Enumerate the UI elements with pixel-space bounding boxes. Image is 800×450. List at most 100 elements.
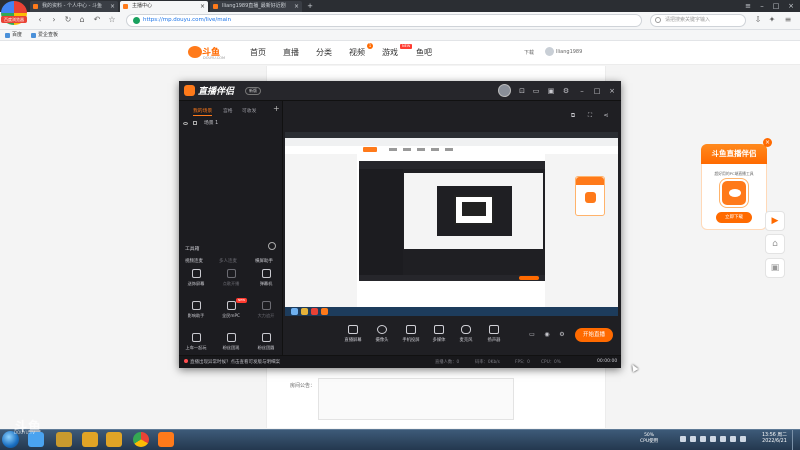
scene-item[interactable]: 场景 1 <box>183 119 279 128</box>
settings-icon[interactable]: ⚙ <box>561 86 571 96</box>
eye-icon[interactable] <box>183 122 188 125</box>
nav-video[interactable]: 视频 <box>349 47 365 58</box>
nav-fishbar[interactable]: 鱼吧 <box>416 47 432 58</box>
record-icon[interactable]: ▭ <box>527 331 537 339</box>
tool-link-landscape[interactable]: 横屏助手 <box>255 258 273 264</box>
message-icon[interactable]: ▭ <box>531 86 541 96</box>
microphone-button[interactable]: 麦克风 <box>452 325 480 343</box>
network-icon[interactable] <box>720 436 726 442</box>
tool-play-together[interactable]: 上车一起玩 <box>181 333 211 355</box>
source-media-button[interactable]: 多媒体 <box>425 325 453 343</box>
cpu-meter[interactable]: 50% CPU使用 <box>640 433 658 445</box>
settings-icon[interactable]: ⚙ <box>557 331 567 339</box>
close-icon[interactable]: × <box>294 1 299 12</box>
close-icon[interactable]: × <box>110 1 115 12</box>
menu-icon[interactable]: ≡ <box>742 0 754 12</box>
promo-download-button[interactable]: 立即下载 <box>716 212 752 223</box>
nav-live[interactable]: 直播 <box>283 47 299 58</box>
live-preview[interactable] <box>285 132 618 316</box>
tab-receive[interactable]: 可收发 <box>242 107 256 114</box>
refresh-icon[interactable]: ↻ <box>62 14 74 26</box>
nav-category[interactable]: 分类 <box>316 47 332 58</box>
nav-game[interactable]: 游戏 <box>382 47 398 58</box>
tool-screen[interactable]: 送饰屏幕 <box>181 269 211 291</box>
layout-icon[interactable]: ▣ <box>546 86 556 96</box>
source-screen-button[interactable]: 直播屏幕 <box>339 325 367 343</box>
status-tip-link[interactable]: 直播出现异常时候？点击查看可发版与明细案 <box>184 359 280 365</box>
star-icon[interactable]: ☆ <box>106 14 118 26</box>
avatar[interactable] <box>545 47 554 56</box>
close-icon[interactable]: × <box>607 86 617 96</box>
input-method-icon[interactable] <box>740 436 746 442</box>
tool-boost[interactable]: 大力追开 <box>251 301 281 323</box>
new-tab-icon[interactable]: + <box>304 0 316 12</box>
tool-link-video-connect[interactable]: 视频连麦 <box>185 258 203 264</box>
undo-icon[interactable]: ↶ <box>91 14 103 26</box>
tray-icon[interactable] <box>690 436 696 442</box>
tool-fan-view[interactable]: 粉丝团观 <box>216 333 246 355</box>
chrome-task-icon[interactable] <box>133 432 149 447</box>
minimize-icon[interactable]: – <box>756 0 768 12</box>
douyu-companion-task-icon[interactable] <box>158 432 174 447</box>
volume-icon[interactable] <box>730 436 736 442</box>
close-window-icon[interactable]: × <box>785 0 797 12</box>
douyu-logo[interactable]: 斗鱼 DOUYU.COM <box>188 44 228 62</box>
address-bar[interactable]: https://mp.douyu.com/live/main <box>126 14 642 27</box>
notice-textarea[interactable] <box>318 378 514 420</box>
toolbox-toggle-icon[interactable] <box>268 242 276 250</box>
close-icon[interactable]: × <box>763 138 772 147</box>
add-scene-icon[interactable]: + <box>273 104 280 113</box>
maximize-icon[interactable]: □ <box>770 0 782 12</box>
nav-home[interactable]: 首页 <box>250 47 266 58</box>
speaker-button[interactable]: 扬声器 <box>480 325 508 343</box>
bookmark-item[interactable]: 百度 <box>4 31 22 40</box>
username[interactable]: lliang1989 <box>556 49 582 55</box>
extension-icon[interactable]: ✦ <box>766 14 778 26</box>
minimize-icon[interactable]: – <box>577 86 587 96</box>
tray-icon[interactable] <box>680 436 686 442</box>
gift-icon[interactable]: ⊡ <box>517 86 527 96</box>
tab-my-scenes[interactable]: 我的场景 <box>193 107 213 116</box>
avatar[interactable] <box>498 84 511 97</box>
screen-icon[interactable]: ▣ <box>765 258 785 278</box>
browser-tab-active[interactable]: 主播中心 × <box>120 1 208 12</box>
play-icon[interactable]: ▶ <box>765 211 785 231</box>
tool-all-pc[interactable]: 全民mPC NEW <box>216 298 248 323</box>
app-sidebar: 我的场景 宫格 可收发 + 场景 1 工具箱 视频连麦 多人连麦 横屏助手 送饰… <box>179 101 283 355</box>
eye-icon[interactable]: ◉ <box>542 331 552 339</box>
chat-task-icon[interactable] <box>106 432 122 447</box>
fullscreen-icon[interactable]: ⛶ <box>585 111 595 121</box>
home-icon[interactable]: ⌂ <box>76 14 88 26</box>
download-icon[interactable]: ⇩ <box>752 14 764 26</box>
tray-icon[interactable] <box>710 436 716 442</box>
home-icon[interactable]: ⌂ <box>765 234 785 254</box>
browser-tab[interactable]: 我的资料 - 个人中心 - 斗鱼 × <box>30 1 118 12</box>
tab-grid[interactable]: 宫格 <box>223 107 233 114</box>
close-icon[interactable]: × <box>200 1 205 12</box>
copy-icon[interactable]: ⧉ <box>568 111 578 121</box>
game-task-icon[interactable] <box>56 432 72 447</box>
start-live-button[interactable]: 开始直播 <box>575 328 613 342</box>
back-icon[interactable]: ‹ <box>34 14 46 26</box>
tray-icon[interactable] <box>700 436 706 442</box>
maximize-icon[interactable]: □ <box>592 86 602 96</box>
tool-fan-group[interactable]: 粉丝团圆 <box>251 333 281 355</box>
share-icon[interactable]: ⋖ <box>601 111 611 121</box>
tool-danmaku[interactable]: 弹幕机 <box>251 269 281 291</box>
clock[interactable]: 13:56 周二 2022/6/21 <box>762 433 787 445</box>
browser-tab[interactable]: lliang1989直播_最新好近剧 × <box>210 1 302 12</box>
version-badge[interactable]: 新版 <box>245 87 261 95</box>
bookmark-item[interactable]: 爱企查板 <box>30 31 58 40</box>
search-box[interactable]: 请把搜索关键字输入 <box>650 14 746 27</box>
tool-song[interactable]: 点歌开播 <box>216 269 246 291</box>
source-phone-button[interactable]: 手机投屏 <box>397 325 425 343</box>
settings-icon[interactable]: ≡ <box>782 14 794 26</box>
chat-task-icon[interactable] <box>82 432 98 447</box>
tool-link-multi-connect[interactable]: 多人连麦 <box>219 258 237 264</box>
forward-icon[interactable]: › <box>48 14 60 26</box>
source-camera-button[interactable]: 摄像头 <box>368 325 396 343</box>
tool-helper[interactable]: 影响助手 <box>181 301 211 323</box>
show-desktop-button[interactable] <box>792 430 800 450</box>
lock-icon[interactable] <box>193 121 197 125</box>
download-link[interactable]: 下载 <box>524 49 534 56</box>
